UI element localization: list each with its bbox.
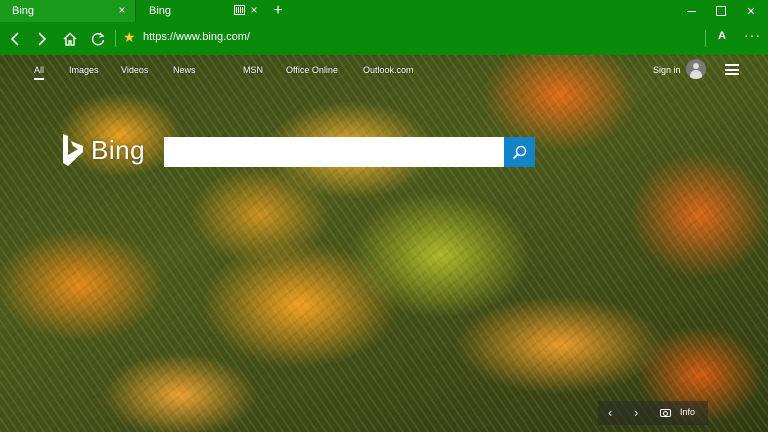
refresh-icon: [91, 32, 105, 46]
bing-homepage: All Images Videos News MSN Office Online…: [0, 55, 768, 432]
forward-button[interactable]: [31, 28, 53, 50]
maximize-button[interactable]: [706, 0, 736, 22]
bing-logo-mark: [63, 134, 83, 166]
tab-strip: Bing × Bing × + ✕: [0, 0, 768, 22]
address-bar: ★ https://www.bing.com/ A ···: [0, 22, 768, 55]
forward-arrow-icon: [38, 32, 47, 46]
tab-title: Bing: [149, 5, 172, 17]
image-info-bar: ‹ › Info: [598, 401, 708, 425]
close-window-button[interactable]: ✕: [736, 0, 766, 22]
avatar-icon[interactable]: [686, 59, 706, 79]
nav-link-videos[interactable]: Videos: [121, 65, 148, 75]
back-button[interactable]: [4, 28, 26, 50]
camera-icon: [660, 409, 671, 417]
bing-logo-text: Bing: [91, 134, 146, 165]
next-image-button[interactable]: ›: [634, 405, 638, 420]
tab-title: Bing: [12, 5, 35, 17]
hamburger-menu-icon[interactable]: [725, 64, 739, 75]
nav-link-images[interactable]: Images: [69, 65, 99, 75]
more-icon[interactable]: ···: [744, 27, 761, 43]
info-button[interactable]: Info: [680, 407, 695, 417]
tab-bing-2[interactable]: Bing ×: [137, 0, 267, 22]
divider: [705, 30, 706, 47]
home-icon: [63, 32, 77, 46]
back-arrow-icon: [10, 32, 19, 46]
search-icon: [512, 145, 527, 159]
tab-bing-1[interactable]: Bing ×: [0, 0, 136, 22]
top-navigation: All Images Videos News MSN Office Online…: [0, 55, 768, 85]
minimize-button[interactable]: [676, 0, 706, 22]
maximize-icon: [716, 6, 726, 16]
bing-logo: Bing: [62, 133, 145, 167]
home-button[interactable]: [59, 28, 81, 50]
divider: [115, 30, 116, 47]
search-button[interactable]: [504, 137, 535, 167]
sign-in-link[interactable]: Sign in: [653, 65, 681, 75]
new-tab-button[interactable]: +: [270, 2, 286, 20]
previous-image-button[interactable]: ‹: [608, 405, 612, 420]
nav-link-all[interactable]: All: [34, 65, 45, 80]
tab-close-button[interactable]: ×: [247, 3, 261, 17]
media-playing-icon: [234, 5, 245, 15]
nav-link-office-online[interactable]: Office Online: [286, 65, 338, 75]
url-field[interactable]: https://www.bing.com/: [143, 31, 250, 43]
reading-view-icon[interactable]: A: [718, 30, 726, 42]
tab-close-button[interactable]: ×: [115, 3, 129, 17]
minimize-icon: [686, 10, 696, 12]
nav-link-news[interactable]: News: [173, 65, 196, 75]
nav-link-outlook[interactable]: Outlook.com: [363, 65, 414, 75]
search-input[interactable]: [164, 137, 504, 167]
nav-link-msn[interactable]: MSN: [243, 65, 263, 75]
refresh-button[interactable]: [87, 28, 109, 50]
star-icon[interactable]: ★: [123, 29, 136, 46]
